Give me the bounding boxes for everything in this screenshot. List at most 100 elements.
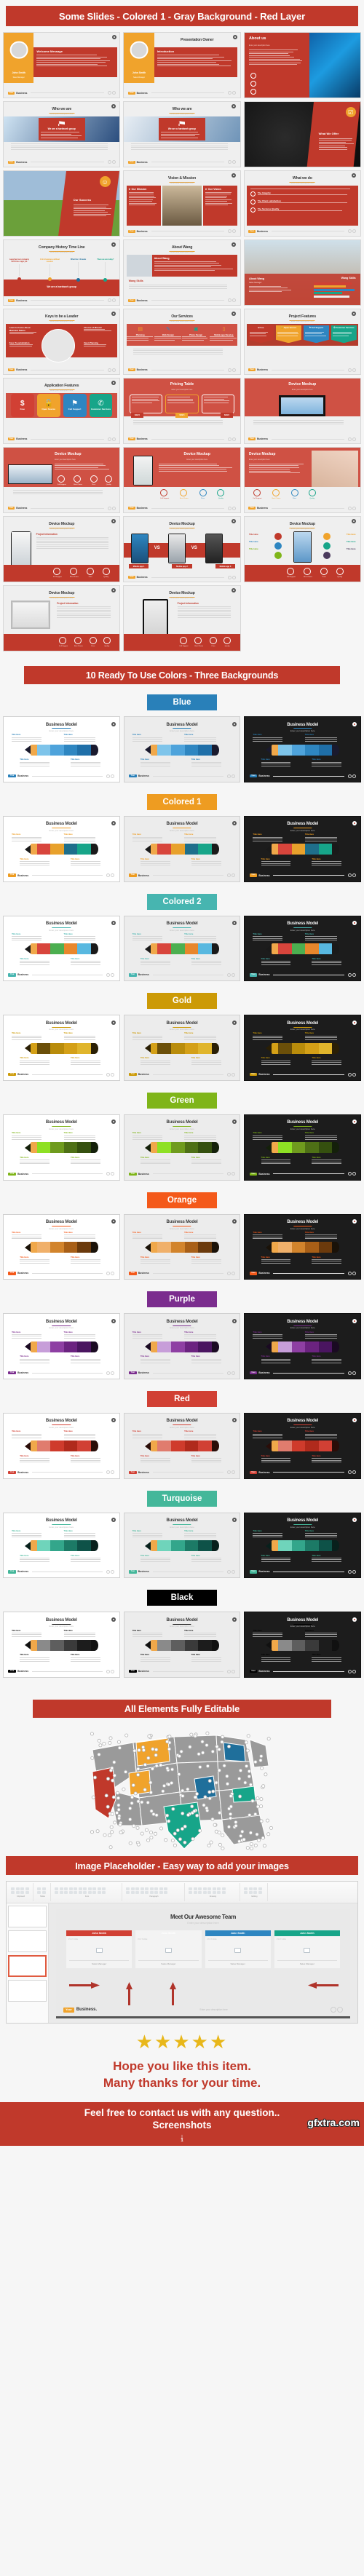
nav-prev-icon[interactable] [348,507,352,510]
slide-nav-dots[interactable] [108,298,116,302]
gear-icon[interactable] [232,722,237,726]
slide-nav-dots[interactable] [108,368,116,372]
nav-prev-icon[interactable] [106,1272,110,1275]
ribbon-button[interactable] [55,1887,58,1890]
slide-thumbnail[interactable]: Who we are Enter your description here We … [3,101,120,167]
slide-nav-dots[interactable] [348,774,356,778]
gear-icon[interactable] [232,1518,237,1522]
image-placeholder-slot[interactable] [274,1942,340,1958]
slide-thumbnail[interactable]: Our Services Enter your description here ▤… [123,309,240,375]
slide-thumbnail[interactable]: Device Mockup Enter your description here… [3,585,120,651]
ribbon-button[interactable] [141,1891,144,1894]
slide-nav-dots[interactable] [108,160,116,164]
ribbon-button[interactable] [69,1887,73,1890]
slide-nav-dots[interactable] [227,1470,235,1474]
ribbon-button[interactable] [154,1891,158,1894]
ribbon-button[interactable] [150,1891,154,1894]
business-model-slide-gray[interactable]: Business Model Enter your description her… [124,1413,241,1479]
ribbon-button[interactable] [244,1891,248,1894]
nav-prev-icon[interactable] [348,1272,352,1275]
nav-next-icon[interactable] [352,437,356,441]
nav-next-icon[interactable] [111,1073,114,1077]
nav-next-icon[interactable] [111,1670,114,1673]
slide-nav-dots[interactable] [331,2007,343,2013]
gear-icon[interactable] [232,1418,237,1422]
slide-nav-dots[interactable] [106,873,114,877]
nav-next-icon[interactable] [112,160,116,164]
gear-icon[interactable] [233,35,237,39]
business-model-slide-white[interactable]: Business Model Enter your description her… [3,1015,120,1081]
nav-prev-icon[interactable] [348,1470,352,1474]
slide-thumbnail[interactable]: John Smith Sales Manager Welcome Message Yo… [3,32,120,98]
ribbon-button[interactable] [207,1887,211,1890]
nav-prev-icon[interactable] [228,576,232,579]
ribbon-button[interactable] [244,1887,248,1890]
nav-next-icon[interactable] [352,1073,356,1077]
ribbon-button[interactable] [98,1887,101,1890]
nav-prev-icon[interactable] [348,1172,352,1176]
nav-next-icon[interactable] [232,1272,235,1275]
ribbon-button[interactable] [79,1887,82,1890]
gear-icon[interactable] [111,1319,116,1323]
business-model-slide-white[interactable]: Business Model Enter your description her… [3,816,120,882]
nav-next-icon[interactable] [352,1670,356,1673]
nav-next-icon[interactable] [232,1670,235,1673]
business-model-slide-dark[interactable]: Business Model Enter your description her… [244,716,361,782]
business-model-slide-gray[interactable]: Business Model Enter your description her… [124,1612,241,1678]
slide-nav-dots[interactable] [348,973,356,977]
ribbon-button[interactable] [213,1891,216,1894]
gear-icon[interactable] [111,519,116,523]
ppt-thumb[interactable] [8,1930,47,1952]
slide-nav-dots[interactable] [227,1570,235,1574]
ppt-thumb-active[interactable] [8,1955,47,1977]
business-model-slide-dark[interactable]: Business Model Enter your description her… [244,1413,361,1479]
nav-next-icon[interactable] [232,507,236,510]
nav-prev-icon[interactable] [106,1470,110,1474]
nav-prev-icon[interactable] [227,774,231,778]
gear-icon[interactable] [111,381,116,385]
slide-nav-dots[interactable] [108,91,116,95]
gear-icon[interactable] [111,588,116,593]
slide-nav-dots[interactable] [348,1371,356,1375]
ribbon-button[interactable] [74,1887,77,1890]
ribbon-button[interactable] [11,1887,15,1890]
ppt-slide-canvas[interactable]: Meet Our Awesome Team Enter your descrip… [49,1903,357,2023]
team-card[interactable]: John Smith PICTURE Sales Manager [66,1930,132,1968]
nav-prev-icon[interactable] [228,368,232,372]
gear-icon[interactable] [232,173,236,178]
nav-prev-icon[interactable] [108,507,111,510]
nav-prev-icon[interactable] [106,1670,110,1673]
slide-nav-dots[interactable] [108,507,116,510]
slide-thumbnail[interactable]: Device Mockup Enter your description here… [123,516,240,582]
nav-prev-icon[interactable] [228,507,232,510]
business-model-slide-gray[interactable]: Business Model Enter your description her… [124,1214,241,1280]
nav-next-icon[interactable] [112,298,116,302]
nav-prev-icon[interactable] [227,1073,231,1077]
nav-next-icon[interactable] [352,1570,356,1574]
business-model-slide-white[interactable]: Business Model Enter your description her… [3,716,120,782]
ribbon-button[interactable] [102,1891,106,1894]
gear-icon[interactable] [352,1319,357,1323]
gear-icon[interactable] [111,921,116,925]
ribbon-button[interactable] [194,1891,197,1894]
slide-nav-dots[interactable] [106,1470,114,1474]
slide-nav-dots[interactable] [228,368,236,372]
nav-next-icon[interactable] [111,1470,114,1474]
ribbon-button[interactable] [150,1887,154,1890]
team-card[interactable]: John Smith PICTURE Sales Manager [205,1930,271,1968]
gear-icon[interactable] [352,519,356,523]
slide-nav-dots[interactable] [106,1172,114,1176]
business-model-slide-gray[interactable]: Business Model Enter your description her… [124,1313,241,1379]
nav-next-icon[interactable] [112,507,116,510]
nav-next-icon[interactable] [232,973,235,977]
nav-next-icon[interactable] [352,368,356,372]
nav-next-icon[interactable] [112,437,116,441]
gear-icon[interactable] [232,519,236,523]
ribbon-button[interactable] [42,1891,46,1894]
ribbon-button[interactable] [164,1887,167,1890]
business-model-slide-white[interactable]: Business Model Enter your description her… [3,1513,120,1579]
nav-prev-icon[interactable] [348,873,352,877]
ribbon-button[interactable] [25,1891,29,1894]
nav-prev-icon[interactable] [348,437,352,441]
ribbon-button[interactable] [135,1887,139,1890]
